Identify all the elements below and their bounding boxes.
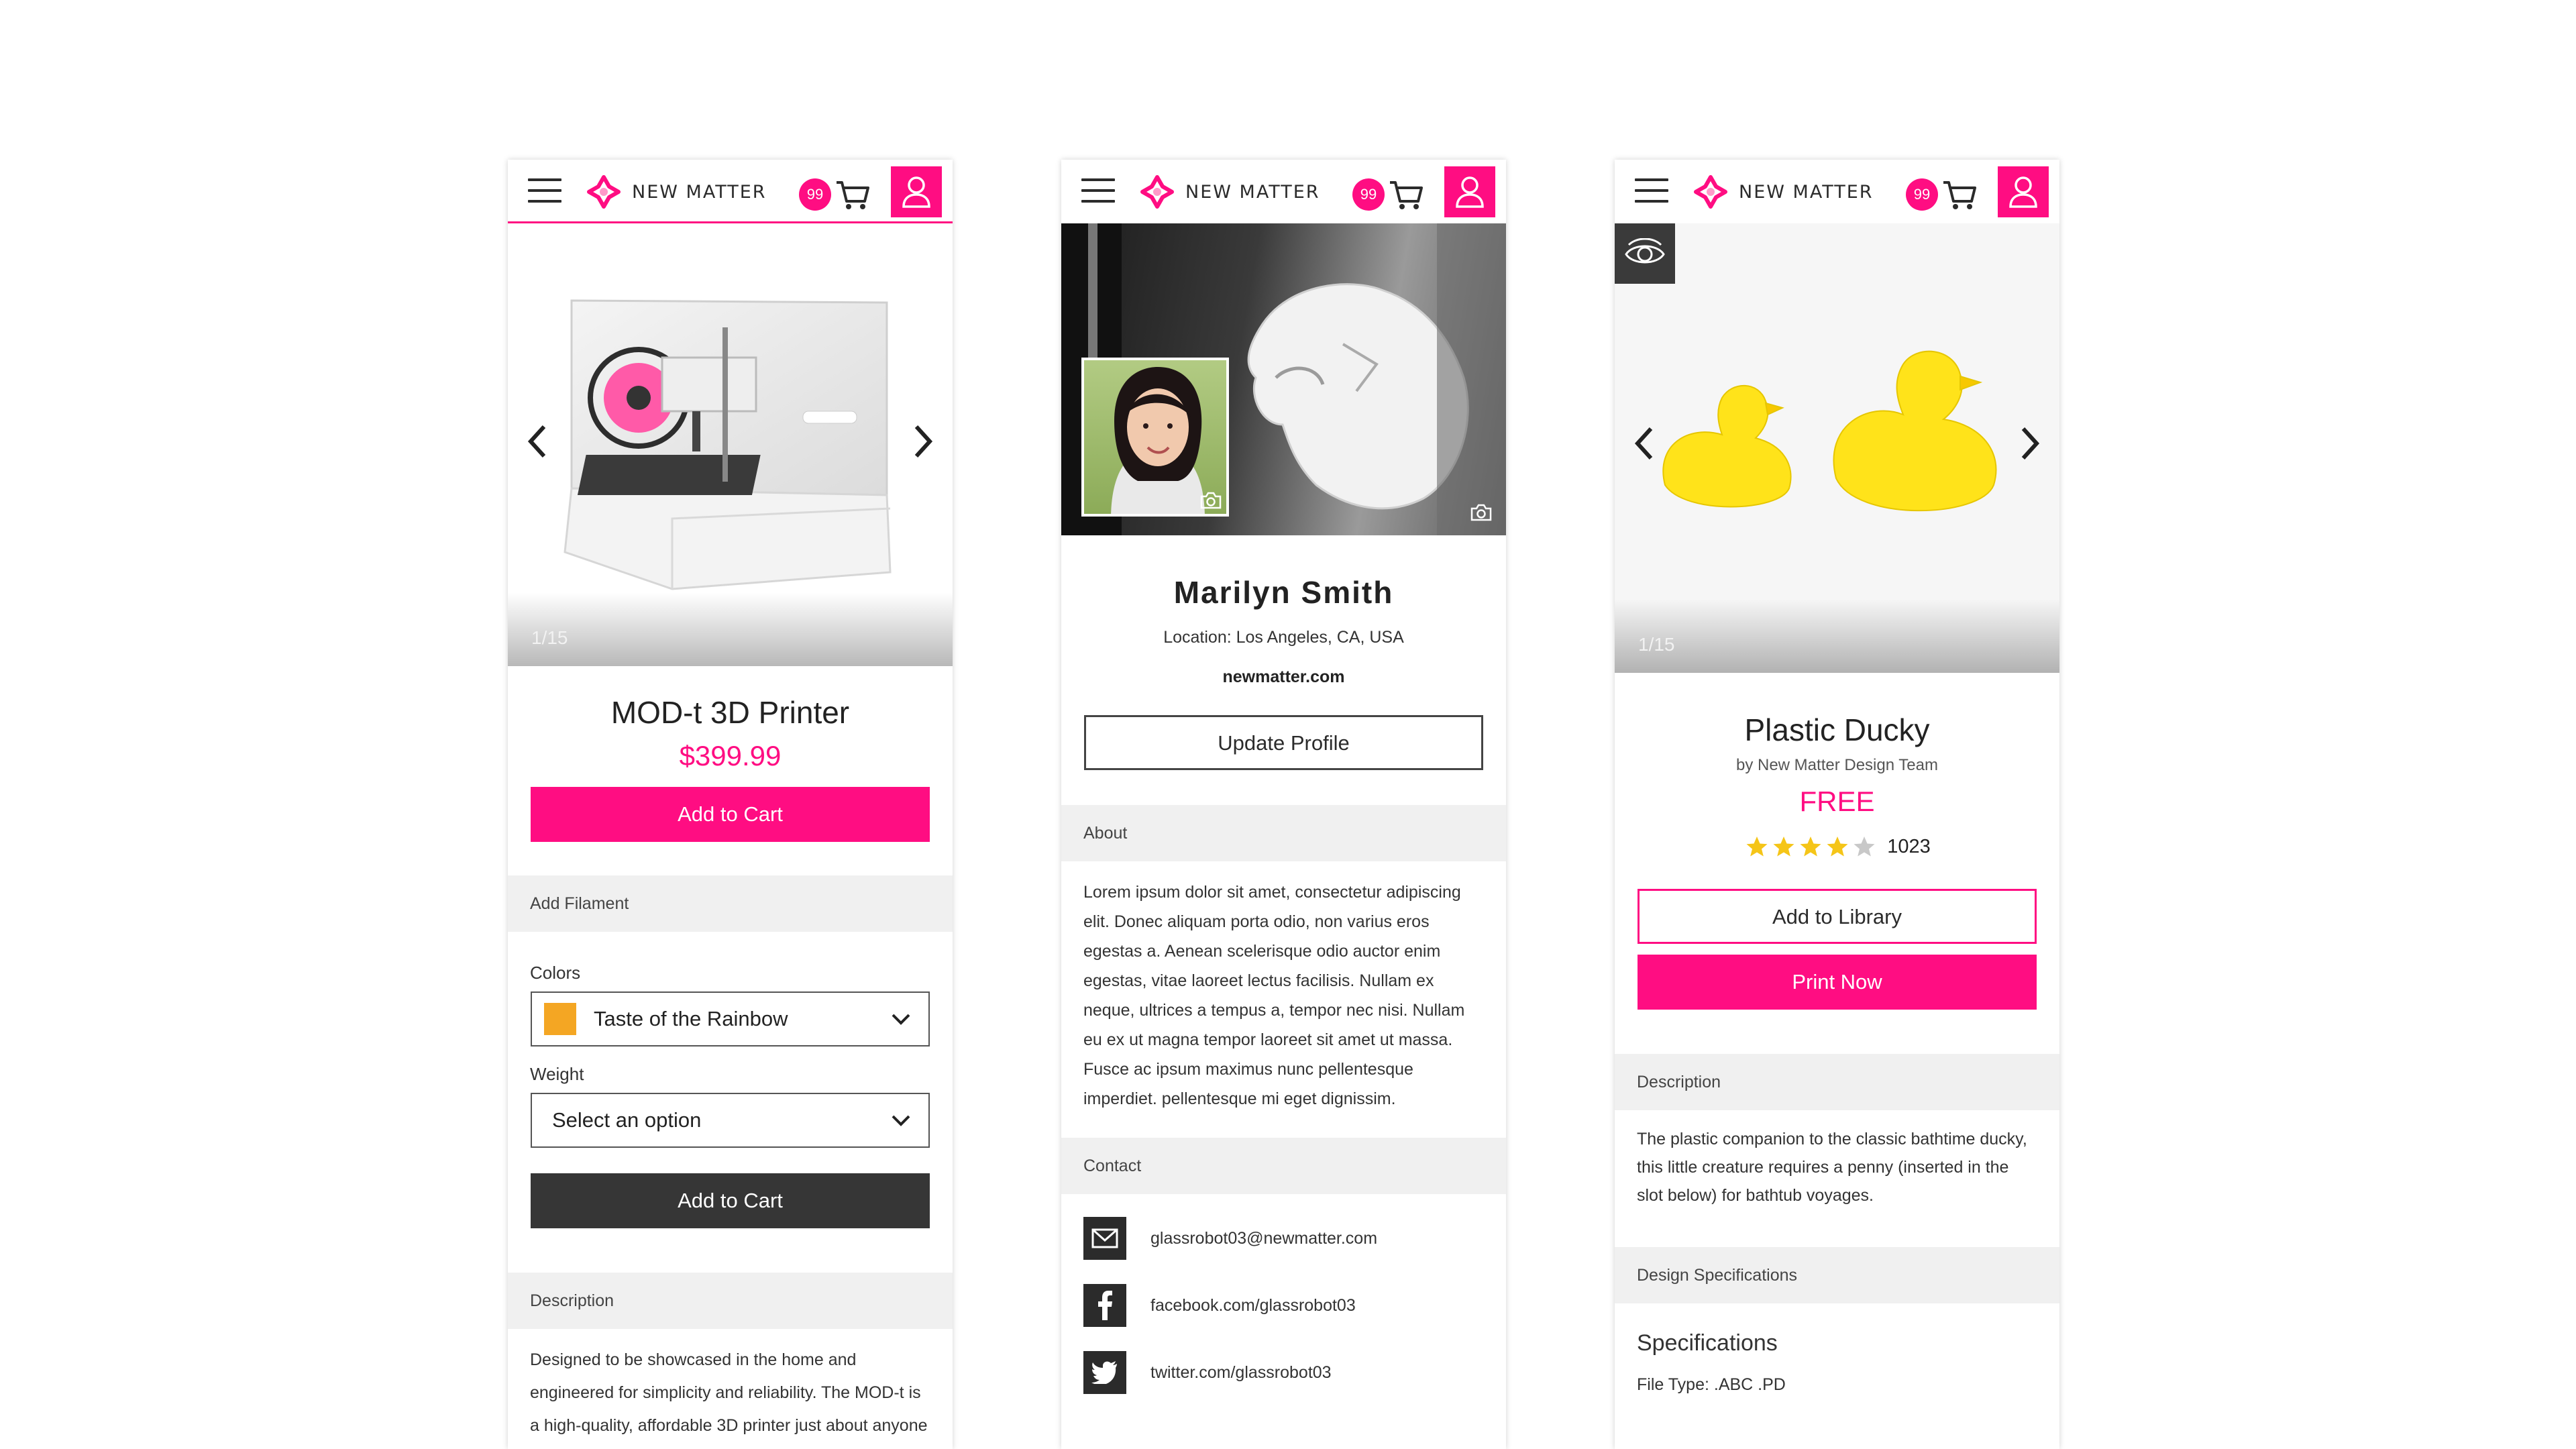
star-rating: 1023 xyxy=(1615,835,2059,858)
add-filament-to-cart-button[interactable]: Add to Cart xyxy=(531,1173,930,1228)
account-button[interactable] xyxy=(1998,166,2049,217)
colors-label: Colors xyxy=(530,963,581,983)
menu-icon[interactable] xyxy=(528,178,561,205)
design-specifications-section: Design Specifications xyxy=(1615,1247,2059,1303)
cart-icon[interactable] xyxy=(1387,176,1425,213)
colors-select[interactable]: Taste of the Rainbow xyxy=(531,991,930,1046)
chevron-right-icon[interactable] xyxy=(908,421,938,462)
twitter-icon xyxy=(1083,1351,1126,1394)
mail-icon xyxy=(1083,1217,1126,1260)
about-text: Lorem ipsum dolor sit amet, consectetur … xyxy=(1083,883,1465,1108)
contact-email-row[interactable]: glassrobot03@newmatter.com xyxy=(1061,1205,1506,1272)
cart-count-badge: 99 xyxy=(799,178,831,211)
cart-count-badge: 99 xyxy=(1352,178,1385,211)
star-filled-icon xyxy=(1746,837,1768,857)
contact-twitter: twitter.com/glassrobot03 xyxy=(1150,1362,1332,1382)
file-type: File Type: .ABC .PD xyxy=(1637,1375,1786,1394)
profile-location: Location: Los Angeles, CA, USA xyxy=(1163,628,1404,647)
star-filled-icon xyxy=(1800,837,1821,857)
camera-icon[interactable] xyxy=(1470,503,1493,522)
specifications-title: Specifications xyxy=(1637,1330,1778,1356)
gallery-counter: 1/15 xyxy=(531,627,568,648)
brand-name: NEW MATTER xyxy=(1185,181,1320,203)
product-gallery: 1/15 xyxy=(508,223,953,666)
chevron-down-icon xyxy=(892,1115,910,1126)
weight-value: Select an option xyxy=(552,1108,702,1132)
add-filament-section: Add Filament xyxy=(508,875,953,932)
contact-email: glassrobot03@newmatter.com xyxy=(1150,1228,1378,1248)
user-icon xyxy=(902,176,930,208)
brand-logo[interactable]: NEW MATTER xyxy=(1137,172,1320,212)
contact-twitter-row[interactable]: twitter.com/glassrobot03 xyxy=(1061,1339,1506,1406)
update-profile-button[interactable]: Update Profile xyxy=(1084,715,1483,770)
chevron-right-icon[interactable] xyxy=(2015,423,2045,464)
print-now-button[interactable]: Print Now xyxy=(1638,955,2037,1010)
weight-select[interactable]: Select an option xyxy=(531,1093,930,1148)
product-description: Designed to be showcased in the home and… xyxy=(530,1350,928,1435)
profile-name: Marilyn Smith xyxy=(1173,575,1394,610)
brand-logo[interactable]: NEW MATTER xyxy=(584,172,767,212)
gallery-shade xyxy=(508,592,953,666)
design-title: Plastic Ducky xyxy=(1744,712,1930,747)
product-screen: NEW MATTER 99 1/15 MOD-t 3D Printer $399… xyxy=(508,160,953,1449)
contact-section: Contact xyxy=(1061,1138,1506,1194)
cart-icon[interactable] xyxy=(1941,176,1978,213)
star-empty-icon xyxy=(1854,837,1875,857)
weight-label: Weight xyxy=(530,1064,584,1084)
product-title: MOD-t 3D Printer xyxy=(610,695,850,730)
account-button[interactable] xyxy=(891,166,942,217)
star-filled-icon xyxy=(1827,837,1848,857)
facebook-icon xyxy=(1083,1284,1126,1327)
profile-website[interactable]: newmatter.com xyxy=(1061,667,1506,687)
design-screen: NEW MATTER 99 1/15 Plastic Ducky by New … xyxy=(1615,160,2059,1449)
color-swatch xyxy=(544,1003,576,1035)
product-price: $399.99 xyxy=(679,740,782,771)
design-price: FREE xyxy=(1799,786,1875,817)
logo-icon xyxy=(1694,175,1727,209)
cart-icon[interactable] xyxy=(834,176,871,213)
user-icon xyxy=(1456,176,1484,208)
profile-screen: NEW MATTER 99 Marilyn Smith Location: Lo… xyxy=(1061,160,1506,1449)
top-nav: NEW MATTER 99 xyxy=(1061,160,1506,223)
rating-count: 1023 xyxy=(1887,835,1931,857)
cart-count-badge: 99 xyxy=(1906,178,1938,211)
contact-facebook-row[interactable]: facebook.com/glassrobot03 xyxy=(1061,1272,1506,1339)
menu-icon[interactable] xyxy=(1635,178,1668,205)
top-nav: NEW MATTER 99 xyxy=(1615,160,2059,223)
chevron-left-icon[interactable] xyxy=(523,421,552,462)
brand-logo[interactable]: NEW MATTER xyxy=(1690,172,1874,212)
design-description: The plastic companion to the classic bat… xyxy=(1637,1130,2027,1205)
logo-icon xyxy=(587,175,621,209)
about-section: About xyxy=(1061,805,1506,861)
user-icon xyxy=(2009,176,2037,208)
add-to-cart-button[interactable]: Add to Cart xyxy=(531,787,930,842)
add-to-library-button[interactable]: Add to Library xyxy=(1638,889,2037,944)
star-filled-icon xyxy=(1773,837,1794,857)
brand-name: NEW MATTER xyxy=(1739,181,1874,203)
cover-photo[interactable] xyxy=(1061,223,1506,535)
contact-facebook: facebook.com/glassrobot03 xyxy=(1150,1295,1356,1315)
chevron-left-icon[interactable] xyxy=(1629,423,1659,464)
brand-name: NEW MATTER xyxy=(632,181,767,203)
account-button[interactable] xyxy=(1444,166,1495,217)
design-gallery: 1/15 xyxy=(1615,223,2059,673)
eye-icon xyxy=(1625,238,1665,264)
gallery-shade xyxy=(1615,599,2059,673)
gallery-counter: 1/15 xyxy=(1638,634,1675,655)
menu-icon[interactable] xyxy=(1081,178,1115,205)
colors-value: Taste of the Rainbow xyxy=(594,1007,788,1030)
view-3d-button[interactable] xyxy=(1615,223,1675,284)
chevron-down-icon xyxy=(892,1014,910,1025)
design-author[interactable]: by New Matter Design Team xyxy=(1615,756,2059,775)
description-section: Description xyxy=(1615,1054,2059,1110)
camera-icon[interactable] xyxy=(1199,491,1222,510)
description-section: Description xyxy=(508,1273,953,1329)
logo-icon xyxy=(1140,175,1174,209)
top-nav: NEW MATTER 99 xyxy=(508,160,953,223)
avatar[interactable] xyxy=(1081,358,1229,517)
